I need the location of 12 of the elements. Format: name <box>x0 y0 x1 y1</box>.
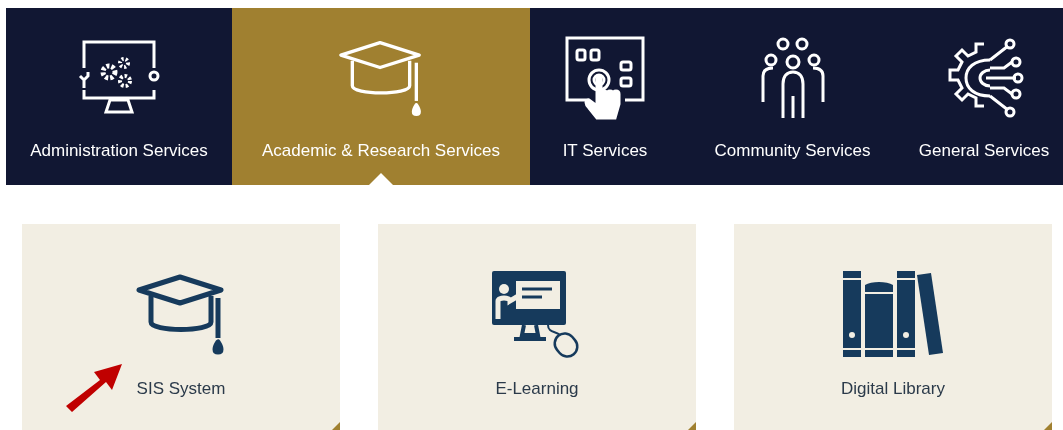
card-label: SIS System <box>136 378 226 400</box>
service-card[interactable]: E-Learning <box>378 224 696 430</box>
service-card[interactable]: SIS System <box>22 224 340 430</box>
graduation-cap-icon <box>136 272 226 356</box>
touch-screen-icon <box>565 36 645 120</box>
monitor-gears-icon <box>76 40 162 116</box>
card-label: Digital Library <box>841 378 945 400</box>
service-tab[interactable]: Academic & Research Services <box>232 8 530 185</box>
books-icon <box>843 271 943 357</box>
service-card[interactable]: Digital Library <box>734 224 1052 430</box>
pointer-notch <box>369 173 393 185</box>
card-label: E-Learning <box>495 378 579 400</box>
